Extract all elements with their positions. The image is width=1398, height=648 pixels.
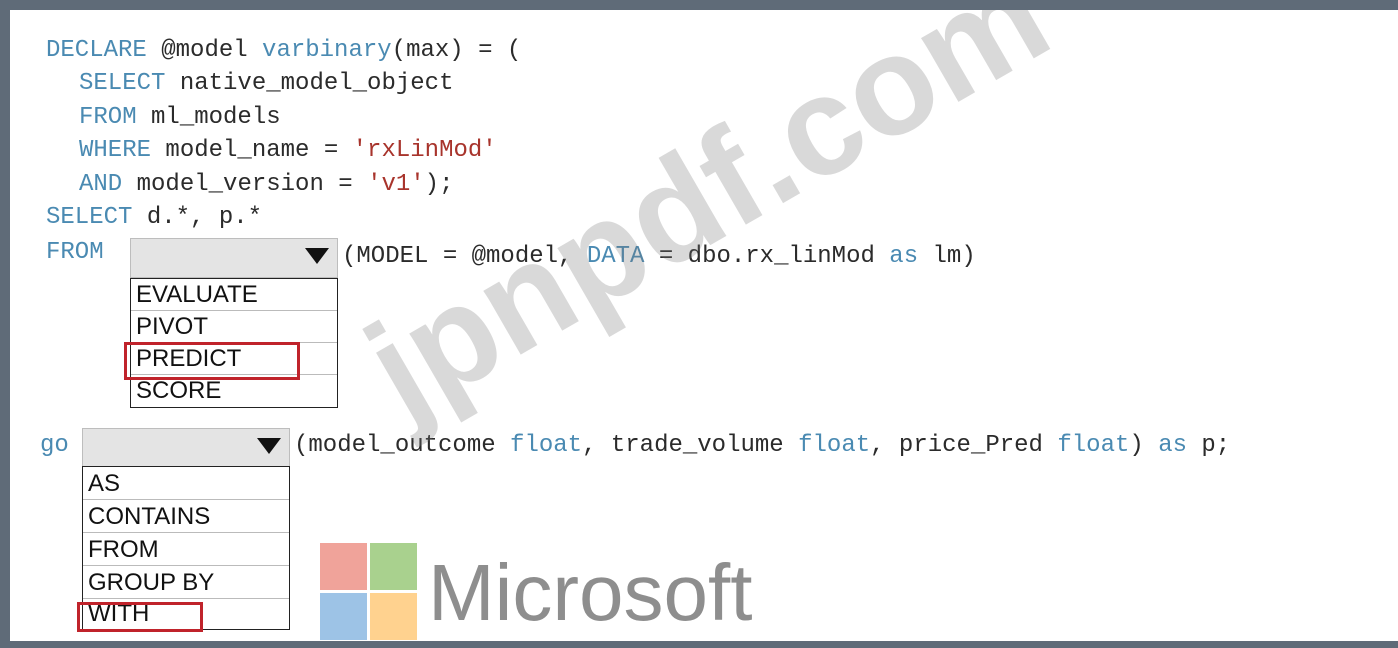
selected-answer-highlight	[124, 342, 300, 380]
chevron-down-icon[interactable]	[257, 438, 281, 454]
option-group-by[interactable]: GROUP BY	[83, 566, 289, 599]
option-pivot[interactable]: PIVOT	[131, 311, 337, 343]
code-line-select-native: SELECT native_model_object	[79, 70, 454, 97]
code-line-go: go	[40, 432, 69, 459]
logo-square-yellow	[370, 593, 417, 640]
code-line-output-schema: (model_outcome float, trade_volume float…	[294, 432, 1231, 459]
option-evaluate[interactable]: EVALUATE	[131, 279, 337, 311]
code-line-from: FROM	[46, 239, 104, 266]
selected-answer-highlight	[77, 602, 203, 632]
option-as[interactable]: AS	[83, 467, 289, 500]
question-image: DECLARE @model varbinary(max) = ( SELECT…	[10, 10, 1398, 641]
chevron-down-icon[interactable]	[305, 248, 329, 264]
code-line-from-ml-models: FROM ml_models	[79, 104, 281, 131]
code-line-and: AND model_version = 'v1');	[79, 171, 454, 198]
logo-square-blue	[320, 593, 367, 640]
logo-square-red	[320, 543, 367, 590]
code-line-where: WHERE model_name = 'rxLinMod'	[79, 137, 497, 164]
function-dropdown[interactable]	[130, 238, 338, 278]
logo-square-green	[370, 543, 417, 590]
option-from[interactable]: FROM	[83, 533, 289, 566]
code-line-select-d-p: SELECT d.*, p.*	[46, 204, 263, 231]
code-line-model-args: (MODEL = @model, DATA = dbo.rx_linMod as…	[342, 243, 976, 270]
microsoft-wordmark: Microsoft	[428, 548, 753, 637]
clause-dropdown[interactable]	[82, 428, 290, 468]
code-line-declare: DECLARE @model varbinary(max) = (	[46, 37, 522, 64]
option-contains[interactable]: CONTAINS	[83, 500, 289, 533]
